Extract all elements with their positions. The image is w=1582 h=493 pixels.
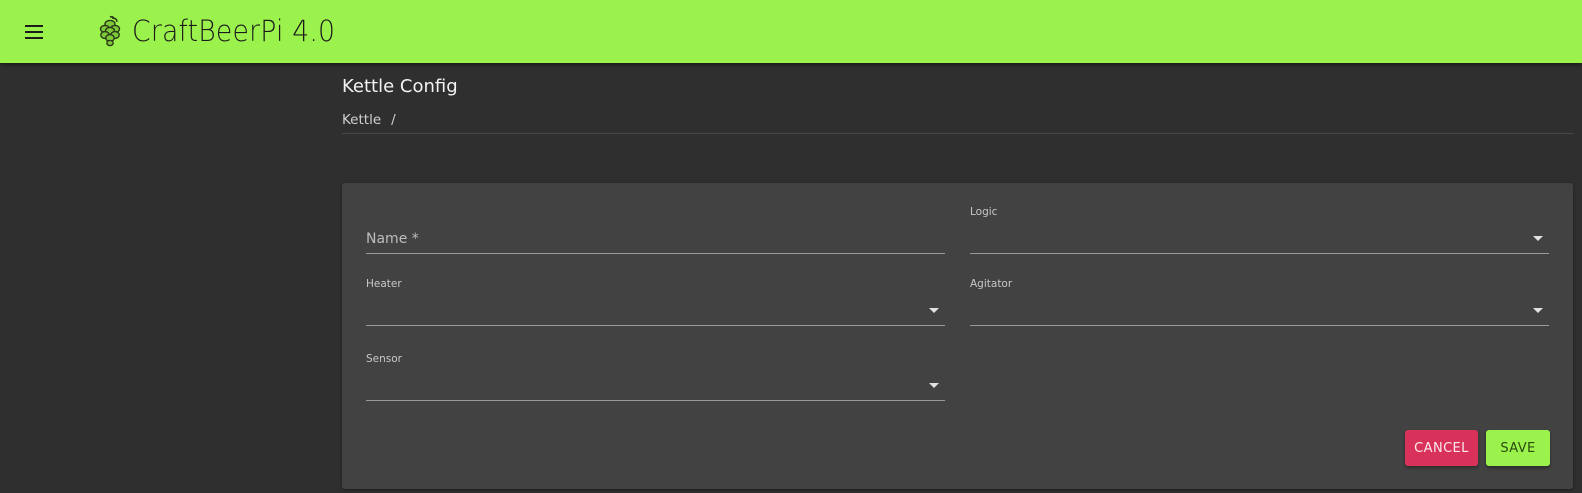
chevron-down-icon: [929, 383, 939, 388]
chevron-down-icon: [1533, 236, 1543, 241]
menu-icon: [25, 25, 43, 27]
name-field[interactable]: Name *: [366, 206, 945, 254]
hop-icon: [99, 15, 121, 47]
agitator-label: Agitator: [970, 278, 1013, 290]
chevron-down-icon: [1533, 308, 1543, 313]
page-title: Kettle Config: [342, 76, 458, 97]
brand: CraftBeerPi 4.0: [96, 13, 353, 49]
menu-button[interactable]: [20, 18, 48, 46]
heater-select[interactable]: Heater: [366, 278, 945, 326]
logic-select[interactable]: Logic: [970, 206, 1549, 254]
agitator-select[interactable]: Agitator: [970, 278, 1549, 326]
sensor-select[interactable]: Sensor: [366, 353, 945, 401]
cancel-button[interactable]: CANCEL: [1405, 430, 1478, 466]
app-title: CraftBeerPi 4.0: [132, 14, 336, 48]
heater-label: Heater: [366, 278, 402, 290]
logic-label: Logic: [970, 206, 998, 218]
name-placeholder: Name *: [366, 231, 419, 247]
save-button[interactable]: SAVE: [1486, 430, 1550, 466]
kettle-config-form: Name * Logic Heater Agitator Sensor CANC…: [342, 183, 1573, 489]
breadcrumb: Kettle /: [342, 112, 1573, 134]
sensor-label: Sensor: [366, 353, 402, 365]
menu-icon-bar: [25, 37, 43, 39]
menu-icon-bar: [25, 31, 43, 33]
chevron-down-icon: [929, 308, 939, 313]
app-bar: CraftBeerPi 4.0: [0, 0, 1582, 63]
breadcrumb-separator: /: [391, 112, 396, 128]
breadcrumb-item-kettle[interactable]: Kettle: [342, 112, 381, 133]
